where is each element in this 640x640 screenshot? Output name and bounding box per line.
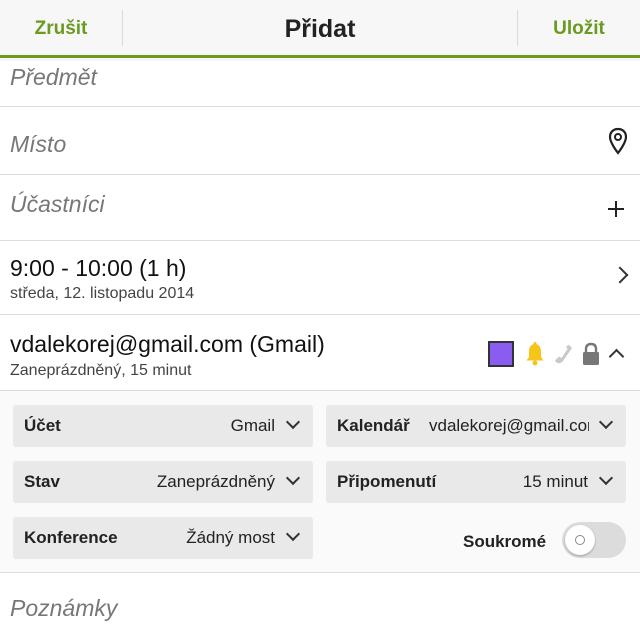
toggle-off-icon — [575, 535, 585, 545]
title-bar: Zrušit Přidat Uložit — [0, 0, 640, 58]
account-value: Gmail — [230, 416, 275, 435]
account-summary: Zaneprázdněný, 15 minut — [10, 362, 192, 379]
account-title: vdalekorej@gmail.com (Gmail) — [10, 331, 325, 357]
private-toggle[interactable] — [562, 522, 626, 558]
account-row[interactable]: vdalekorej@gmail.com (Gmail) Zaneprázdně… — [0, 315, 640, 391]
conference-dropdown[interactable]: Konference Žádný most — [13, 517, 313, 559]
toggle-knob — [565, 525, 595, 555]
bell-icon — [526, 342, 544, 366]
page-title: Přidat — [284, 15, 356, 43]
account-dropdown[interactable]: Účet Gmail — [13, 405, 313, 447]
add-attendee-icon[interactable] — [606, 199, 626, 219]
status-label: Stav — [24, 472, 60, 491]
notes-placeholder: Poznámky — [10, 595, 118, 621]
place-field[interactable]: Místo — [0, 107, 640, 175]
attendees-placeholder: Účastníci — [10, 191, 105, 217]
phone-icon — [555, 345, 572, 364]
time-range: 9:00 - 10:00 (1 h) — [10, 255, 187, 281]
chevron-down-icon — [285, 414, 301, 430]
chevron-up-icon[interactable] — [608, 348, 625, 365]
location-pin-icon[interactable] — [608, 127, 628, 155]
calendar-value: vdalekorej@gmail.com — [429, 416, 589, 435]
calendar-dropdown[interactable]: Kalendář vdalekorej@gmail.com — [326, 405, 626, 447]
chevron-down-icon — [285, 470, 301, 486]
details-panel: Účet Gmail Kalendář vdalekorej@gmail.com… — [0, 391, 640, 573]
save-button[interactable]: Uložit — [518, 0, 640, 55]
chevron-right-icon — [611, 266, 629, 284]
conference-label: Konference — [24, 528, 118, 547]
subject-field[interactable]: Předmět — [0, 61, 640, 107]
reminder-value: 15 minut — [522, 472, 588, 491]
subject-placeholder: Předmět — [10, 64, 97, 90]
lock-icon — [583, 342, 599, 365]
calendar-color-icon — [488, 341, 514, 367]
time-row[interactable]: 9:00 - 10:00 (1 h) středa, 12. listopadu… — [0, 241, 640, 315]
event-date: středa, 12. listopadu 2014 — [10, 285, 195, 302]
chevron-down-icon — [285, 526, 301, 542]
chevron-down-icon — [598, 470, 614, 486]
attendees-field[interactable]: Účastníci — [0, 175, 640, 241]
notes-field[interactable]: Poznámky — [0, 573, 640, 640]
status-value: Zaneprázdněný — [156, 472, 275, 491]
status-dropdown[interactable]: Stav Zaneprázdněný — [13, 461, 313, 503]
reminder-label: Připomenutí — [337, 472, 437, 491]
chevron-down-icon — [598, 414, 614, 430]
calendar-label: Kalendář — [337, 416, 410, 435]
cancel-button[interactable]: Zrušit — [0, 0, 122, 55]
conference-value: Žádný most — [186, 528, 275, 547]
private-label: Soukromé — [463, 532, 547, 551]
reminder-dropdown[interactable]: Připomenutí 15 minut — [326, 461, 626, 503]
account-label: Účet — [24, 416, 61, 435]
place-placeholder: Místo — [10, 131, 67, 157]
